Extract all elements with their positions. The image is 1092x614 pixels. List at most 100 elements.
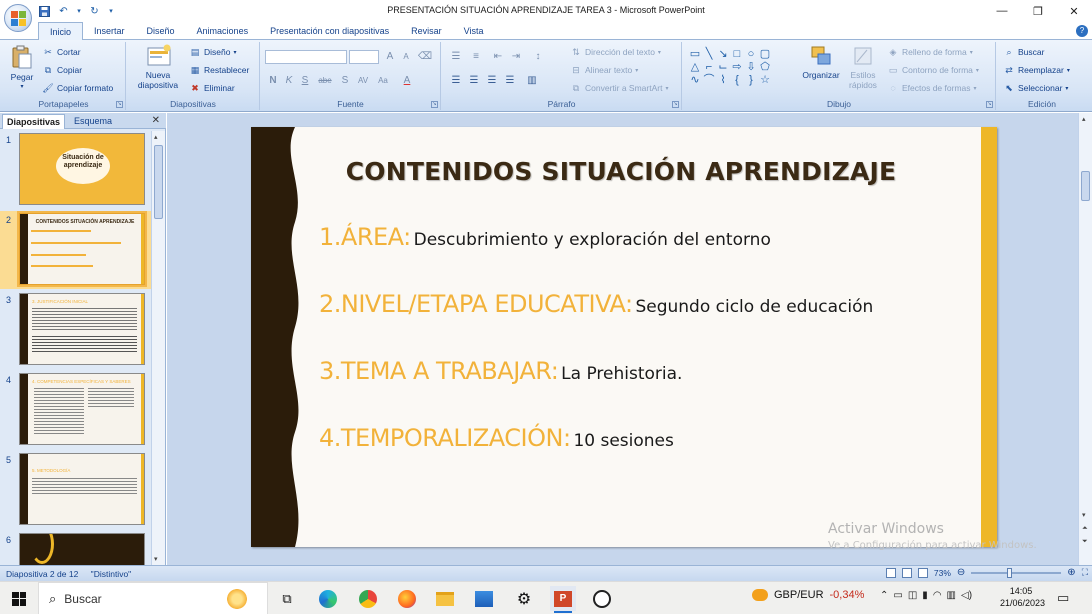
layout-button[interactable]: ▤ Diseño ▾ — [189, 46, 237, 58]
zoom-slider[interactable] — [971, 567, 1062, 578]
firefox-icon[interactable] — [394, 586, 420, 611]
volume-icon[interactable]: ◁) — [961, 590, 972, 601]
dialog-launcher-icon[interactable]: ↘ — [986, 101, 993, 108]
shrink-font-icon[interactable]: A — [398, 50, 414, 64]
smartart-button[interactable]: ⧉ Convertir a SmartArt ▾ — [570, 82, 669, 94]
zoom-out-icon[interactable]: ⊖ — [957, 567, 965, 578]
minimize-button[interactable]: — — [984, 0, 1020, 22]
slide-thumbnail-3[interactable]: 3. JUSTIFICACIÓN INICIAL — [19, 293, 145, 365]
normal-view-icon[interactable] — [885, 567, 896, 578]
slide-title[interactable]: CONTENIDOS SITUACIÓN APRENDIZAJE — [341, 157, 901, 186]
tab-presentacion[interactable]: Presentación con diapositivas — [259, 22, 400, 40]
arrange-button[interactable]: Organizar — [799, 44, 843, 80]
slide-sorter-icon[interactable] — [901, 567, 912, 578]
thumbnail-row-3[interactable]: 3 3. JUSTIFICACIÓN INICIAL — [0, 291, 152, 369]
battery-icon[interactable]: ▮ — [922, 590, 928, 601]
tab-inicio[interactable]: Inicio — [38, 22, 84, 41]
scroll-up-icon[interactable]: ▴ — [154, 133, 158, 141]
shapes-gallery[interactable]: ▭ ╲ ↘ □ ○ ▢ △ ⌐ ⌙ ⇨ ⇩ ⬠ ∿ ⌒ ⌇ {} ☆ — [688, 48, 788, 87]
tab-animaciones[interactable]: Animaciones — [186, 22, 260, 40]
thumbnail-row-1[interactable]: 1 Situación de aprendizaje — [0, 131, 152, 209]
taskbar-clock[interactable]: 14:05 21/06/2023 — [1000, 585, 1045, 609]
tab-esquema[interactable]: Esquema — [70, 114, 116, 129]
font-size-combo[interactable] — [349, 50, 379, 64]
slide-canvas[interactable]: CONTENIDOS SITUACIÓN APRENDIZAJE 1.ÁREA:… — [251, 127, 997, 547]
dialog-launcher-icon[interactable]: ↘ — [116, 101, 123, 108]
justify-icon[interactable]: ☰ — [502, 74, 518, 88]
delete-button[interactable]: ✖ Eliminar — [189, 82, 234, 94]
weather-sun-icon[interactable] — [225, 588, 249, 610]
cut-button[interactable]: ✂ Cortar — [42, 46, 80, 58]
help-icon[interactable]: ? — [1076, 25, 1088, 37]
tab-diseno[interactable]: Diseño — [136, 22, 186, 40]
powerpoint-taskbar-icon[interactable]: P — [550, 586, 576, 613]
tab-vista[interactable]: Vista — [453, 22, 495, 40]
tab-insertar[interactable]: Insertar — [83, 22, 136, 40]
restore-button[interactable]: ❐ — [1020, 0, 1056, 22]
slide-thumbnail-5[interactable]: 5. METODOLOGÍA — [19, 453, 145, 525]
zoom-slider-thumb[interactable] — [1007, 567, 1013, 578]
thumbnail-row-2[interactable]: 2 CONTENIDOS SITUACIÓN APRENDIZAJE — [0, 211, 152, 289]
slide-thumbnail-4[interactable]: 4. COMPETENCIAS ESPECÍFICAS Y SABERES — [19, 373, 145, 445]
align-text-button[interactable]: ⊟ Alinear texto ▾ — [570, 64, 638, 76]
quick-styles-button[interactable]: Estilos rápidos — [845, 44, 881, 90]
notification-icon[interactable]: ▭ — [1057, 590, 1069, 606]
tab-diapositivas[interactable]: Diapositivas — [2, 114, 66, 129]
obs-icon[interactable] — [589, 586, 615, 611]
chrome-icon[interactable] — [355, 586, 381, 611]
shape-outline-button[interactable]: ▭ Contorno de forma ▾ — [887, 64, 979, 76]
slideshow-view-icon[interactable] — [917, 567, 928, 578]
office-button[interactable] — [4, 4, 32, 32]
pane-scroll-thumb[interactable] — [154, 145, 163, 219]
increase-indent-icon[interactable]: ⇥ — [508, 50, 524, 64]
char-spacing-icon[interactable]: AV — [355, 74, 371, 88]
font-name-combo[interactable] — [265, 50, 347, 64]
new-slide-button[interactable]: Nueva diapositiva — [133, 44, 185, 90]
next-slide-icon[interactable]: ⏷ — [1082, 538, 1088, 546]
thumbnail-row-4[interactable]: 4 4. COMPETENCIAS ESPECÍFICAS Y SABERES — [0, 371, 152, 449]
slide-thumbnail-6[interactable] — [19, 533, 145, 565]
meet-now-icon[interactable]: ▭ — [893, 590, 902, 601]
scroll-up-icon[interactable]: ▴ — [1082, 115, 1086, 123]
editor-scrollbar[interactable]: ▴ ▾ ⏶ ⏷ — [1078, 113, 1092, 565]
file-explorer-icon[interactable] — [432, 586, 458, 611]
photos-icon[interactable] — [471, 586, 497, 611]
slide-thumbnail-2[interactable]: CONTENIDOS SITUACIÓN APRENDIZAJE — [17, 211, 147, 287]
camera-icon[interactable]: ◫ — [908, 590, 917, 601]
shape-fill-button[interactable]: ◈ Relleno de forma ▾ — [887, 46, 973, 58]
pane-scrollbar[interactable]: ▴ ▾ — [151, 131, 165, 565]
scroll-down-icon[interactable]: ▾ — [154, 555, 158, 563]
scroll-down-icon[interactable]: ▾ — [1082, 511, 1086, 519]
thumbnail-row-5[interactable]: 5 5. METODOLOGÍA — [0, 451, 152, 529]
bullets-icon[interactable]: ☰ — [448, 50, 464, 64]
columns-icon[interactable]: ▥ — [524, 74, 540, 88]
align-right-icon[interactable]: ☰ — [484, 74, 500, 88]
zoom-level[interactable]: 73% — [934, 568, 951, 578]
stock-ticker[interactable]: GBP/EUR -0,34% — [752, 589, 864, 601]
chevron-up-icon[interactable]: ⌃ — [880, 590, 888, 601]
tab-revisar[interactable]: Revisar — [400, 22, 453, 40]
strikethrough-button[interactable]: abe — [315, 74, 335, 88]
edge-icon[interactable] — [315, 586, 341, 611]
taskbar-search[interactable]: ⌕ Buscar — [38, 582, 268, 614]
network-icon[interactable]: ▥ — [947, 590, 956, 601]
content-item-area[interactable]: 1.ÁREA: Descubrimiento y exploración del… — [319, 223, 771, 251]
prev-slide-icon[interactable]: ⏶ — [1082, 525, 1088, 533]
content-item-temporalizacion[interactable]: 4.TEMPORALIZACIÓN: 10 sesiones — [319, 424, 674, 452]
dialog-launcher-icon[interactable]: ↘ — [431, 101, 438, 108]
copy-button[interactable]: ⧉ Copiar — [42, 64, 82, 76]
change-case-icon[interactable]: Aa — [375, 74, 391, 88]
wifi-icon[interactable]: ◠ — [933, 590, 942, 601]
clear-format-icon[interactable]: ⌫ — [417, 50, 433, 64]
align-left-icon[interactable]: ☰ — [448, 74, 464, 88]
content-item-nivel[interactable]: 2.NIVEL/ETAPA EDUCATIVA: Segundo ciclo d… — [319, 290, 873, 318]
zoom-in-icon[interactable]: ⊕ — [1067, 567, 1075, 578]
select-button[interactable]: ⬉ Seleccionar ▾ — [1003, 82, 1068, 94]
line-spacing-icon[interactable]: ↕ — [530, 50, 546, 64]
format-painter-button[interactable]: 🖌 Copiar formato — [42, 82, 113, 94]
editor-scroll-thumb[interactable] — [1081, 171, 1090, 201]
decrease-indent-icon[interactable]: ⇤ — [490, 50, 506, 64]
shadow-icon[interactable]: S — [337, 74, 353, 88]
italic-button[interactable]: K — [281, 74, 297, 88]
task-view-icon[interactable]: ⧉ — [274, 586, 300, 611]
